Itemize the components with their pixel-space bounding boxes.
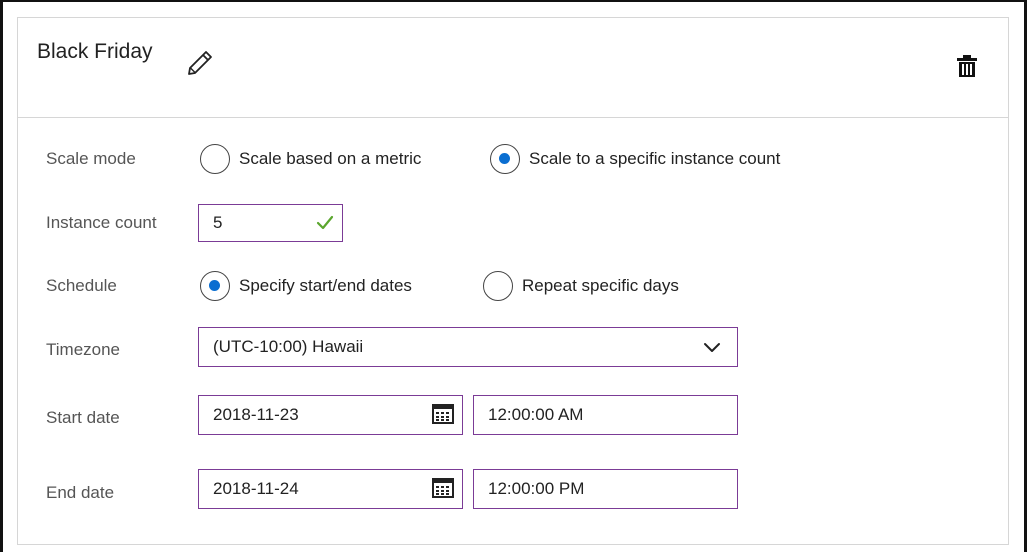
calendar-icon[interactable] xyxy=(432,404,454,424)
radio-repeat-days[interactable] xyxy=(483,271,513,301)
instance-count-input[interactable]: 5 xyxy=(198,204,343,242)
condition-title: Black Friday xyxy=(37,40,153,63)
radio-scale-metric-label[interactable]: Scale based on a metric xyxy=(239,149,421,169)
trash-icon[interactable] xyxy=(956,54,978,78)
end-date-input[interactable]: 2018-11-24 xyxy=(198,469,463,509)
end-date-value[interactable]: 2018-11-24 xyxy=(213,470,299,508)
timezone-select[interactable]: (UTC-10:00) Hawaii xyxy=(198,327,738,367)
start-date-input[interactable]: 2018-11-23 xyxy=(198,395,463,435)
timezone-label: Timezone xyxy=(46,340,121,359)
radio-specify-dates[interactable] xyxy=(200,271,230,301)
instance-count-value[interactable]: 5 xyxy=(213,205,222,241)
end-time-input[interactable]: 12:00:00 PM xyxy=(473,469,738,509)
end-date-label: End date xyxy=(46,483,115,502)
scale-mode-label: Scale mode xyxy=(46,149,136,168)
end-time-value[interactable]: 12:00:00 PM xyxy=(488,470,584,508)
scale-condition-card: Black Friday Scale mode Scale based on a… xyxy=(17,17,1009,545)
checkmark-icon xyxy=(316,214,334,232)
calendar-icon[interactable] xyxy=(432,478,454,498)
start-date-value[interactable]: 2018-11-23 xyxy=(213,396,299,434)
pencil-icon[interactable] xyxy=(185,48,215,78)
radio-scale-instance-count-label[interactable]: Scale to a specific instance count xyxy=(529,149,780,169)
start-time-input[interactable]: 12:00:00 AM xyxy=(473,395,738,435)
timezone-value[interactable]: (UTC-10:00) Hawaii xyxy=(213,328,363,366)
radio-scale-metric[interactable] xyxy=(200,144,230,174)
radio-scale-instance-count[interactable] xyxy=(490,144,520,174)
radio-repeat-days-label[interactable]: Repeat specific days xyxy=(522,276,679,296)
card-header: Black Friday xyxy=(18,18,1008,118)
start-time-value[interactable]: 12:00:00 AM xyxy=(488,396,583,434)
schedule-label: Schedule xyxy=(46,276,117,295)
start-date-label: Start date xyxy=(46,408,120,427)
chevron-down-icon[interactable] xyxy=(703,341,721,353)
instance-count-label: Instance count xyxy=(46,213,157,232)
radio-specify-dates-label[interactable]: Specify start/end dates xyxy=(239,276,412,296)
